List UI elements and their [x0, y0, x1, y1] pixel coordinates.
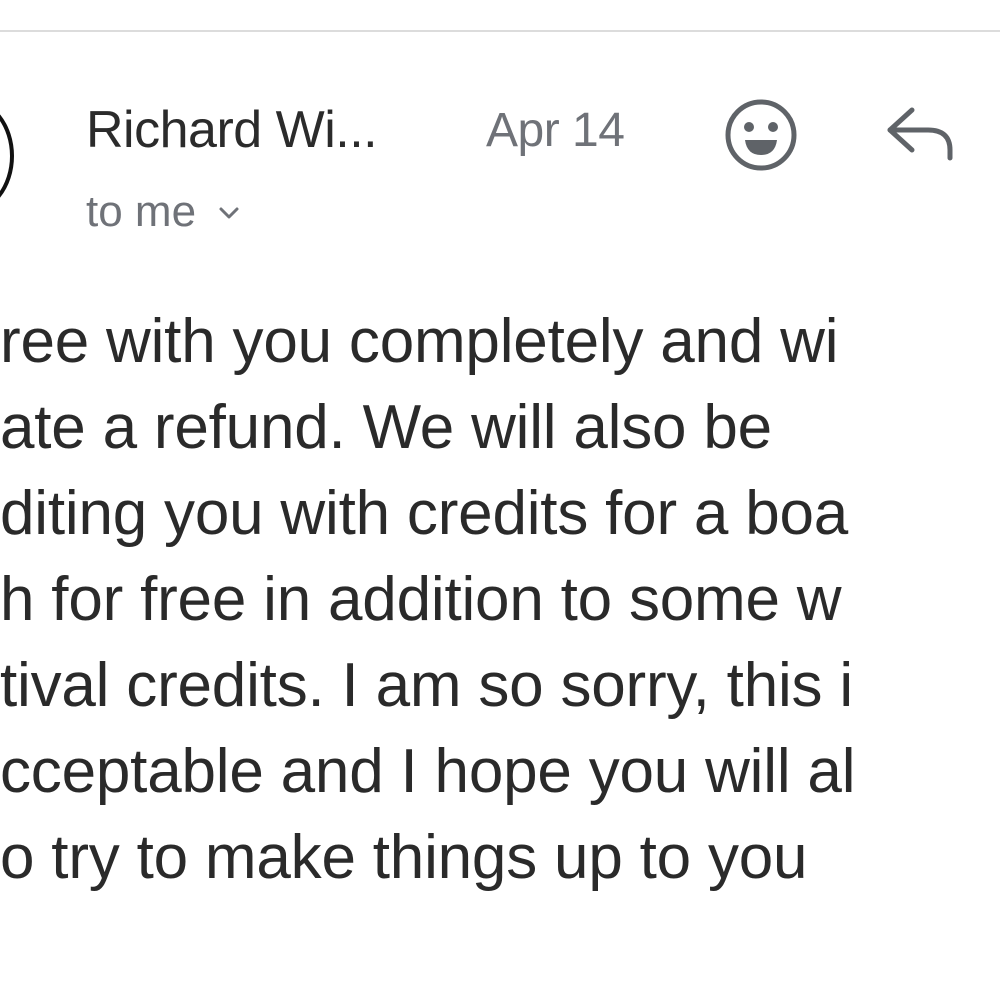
message-line: diting you with credits for a boa	[0, 479, 849, 548]
avatar[interactable]	[0, 98, 14, 214]
message-line: tival credits. I am so sorry, this i	[0, 651, 853, 720]
top-divider	[0, 30, 1000, 32]
recipients-toggle[interactable]: to me	[86, 182, 246, 242]
email-message-view: Richard Wi... Apr 14 to me ree with you …	[0, 0, 1000, 1000]
recipients-label: to me	[86, 187, 197, 236]
message-line: cceptable and I hope you will al	[0, 737, 856, 806]
message-line: o try to make things up to you	[0, 823, 808, 892]
reply-arrow-icon	[887, 107, 953, 161]
reply-button[interactable]	[878, 98, 964, 170]
chevron-down-icon	[212, 198, 246, 228]
message-line: ree with you completely and wi	[0, 307, 839, 376]
email-date: Apr 14	[486, 104, 625, 157]
sender-name[interactable]: Richard Wi...	[86, 98, 378, 162]
message-line: ate a refund. We will also be	[0, 393, 772, 462]
message-body: ree with you completely and wi ate a ref…	[0, 300, 1000, 920]
smiley-face-icon	[725, 99, 797, 171]
message-line: h for free in addition to some w	[0, 565, 842, 634]
add-reaction-button[interactable]	[718, 92, 804, 178]
